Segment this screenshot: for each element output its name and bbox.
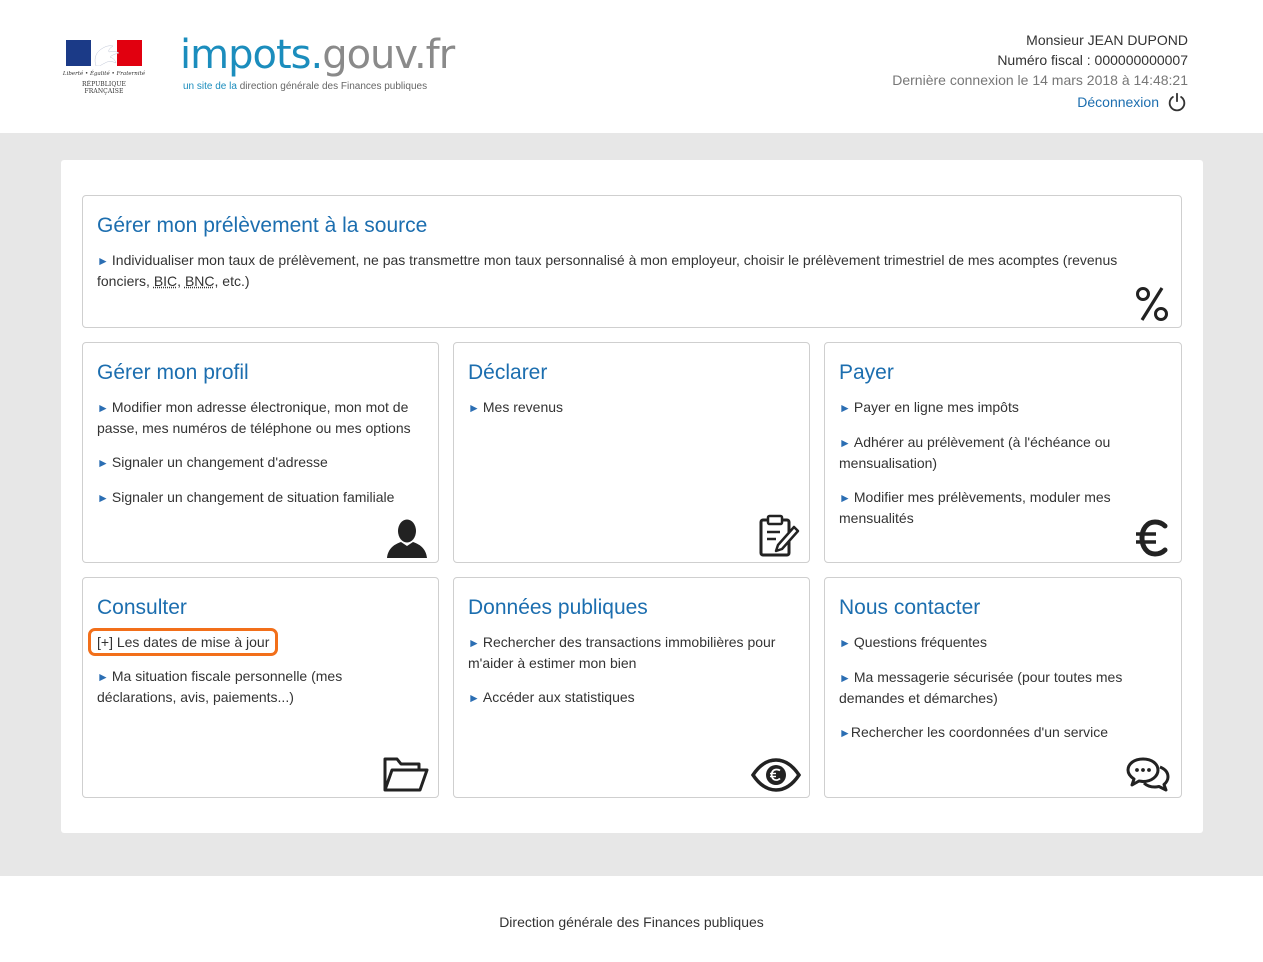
logo-part-gouv: gouv.fr (322, 32, 455, 78)
tricolor-flag (66, 40, 142, 66)
clipboard-edit-icon (759, 514, 800, 557)
services-panel: Gérer mon prélèvement à la source ► Indiv… (61, 160, 1203, 833)
site-tagline: un site de la direction générale des Fin… (183, 81, 427, 92)
triangle-right-icon: ► (468, 401, 480, 415)
user-info: Monsieur JEAN DUPOND Numéro fiscal : 000… (892, 30, 1188, 113)
list-item[interactable]: ► Modifier mes prélèvements, moduler mes … (839, 487, 1165, 528)
card-payer: Payer ► Payer en ligne mes impôts ► Adhére… (824, 342, 1182, 563)
tagline-dgfip: direction générale des Finances publique… (239, 81, 428, 92)
list-item[interactable]: ► Modifier mon adresse électronique, mon … (97, 397, 422, 438)
triangle-right-icon: ► (839, 636, 851, 650)
triangle-right-icon: ► (839, 401, 851, 415)
list-item[interactable]: ► Accéder aux statistiques (468, 687, 793, 708)
list-item[interactable]: ► Signaler un changement d'adresse (97, 452, 422, 473)
user-icon (387, 519, 427, 558)
prelevement-link[interactable]: ► Individualiser mon taux de prélèvement,… (97, 250, 1165, 291)
list-item[interactable]: ► Ma messagerie sécurisée (pour toutes me… (839, 667, 1165, 708)
triangle-right-icon: ► (97, 254, 109, 268)
eye-euro-icon (751, 758, 801, 792)
chat-icon (1126, 757, 1170, 792)
card-donnees-body: ► Rechercher des transactions immobilière… (468, 632, 793, 722)
card-prelevement-title[interactable]: Gérer mon prélèvement à la source (97, 214, 427, 238)
card-donnees: Données publiques ► Rechercher des transa… (453, 577, 810, 798)
footer-text: Direction générale des Finances publique… (499, 914, 764, 930)
list-item[interactable]: ► Mes revenus (468, 397, 793, 418)
triangle-right-icon: ► (97, 491, 109, 505)
site-header: Liberté • Égalité • Fraternité RÉPUBLIQU… (0, 0, 1263, 133)
abbr-bic: BIC (153, 273, 178, 289)
update-dates-toggle[interactable]: [+] Les dates de mise à jour (88, 628, 279, 656)
card-profil: Gérer mon profil ► Modifier mon adresse é… (82, 342, 439, 563)
card-declarer-title[interactable]: Déclarer (468, 361, 547, 385)
site-footer: Direction générale des Finances publique… (0, 876, 1263, 962)
card-contact: Nous contacter ► Questions fréquentes ► Ma… (824, 577, 1182, 798)
card-declarer: Déclarer ► Mes revenus (453, 342, 810, 563)
triangle-right-icon: ► (839, 671, 851, 685)
triangle-right-icon: ► (468, 636, 480, 650)
marianne-profile-icon (94, 45, 120, 66)
card-payer-title[interactable]: Payer (839, 361, 894, 385)
card-profil-title[interactable]: Gérer mon profil (97, 361, 249, 385)
logout-button[interactable]: Déconnexion (1077, 91, 1188, 113)
logo-part-impots: impots. (180, 32, 323, 78)
euro-icon (1136, 519, 1168, 557)
card-contact-title[interactable]: Nous contacter (839, 596, 980, 620)
list-item[interactable]: ►Rechercher les coordonnées d'un service (839, 722, 1165, 743)
abbr-bnc: BNC (184, 273, 215, 289)
percent-icon (1136, 287, 1168, 321)
triangle-right-icon: ► (97, 401, 109, 415)
card-consulter: Consulter [+] Les dates de mise à jour ►… (82, 577, 439, 798)
list-item[interactable]: ► Rechercher des transactions immobilière… (468, 632, 793, 673)
republique-francaise-label: RÉPUBLIQUE FRANÇAISE (81, 81, 126, 95)
main-band: Gérer mon prélèvement à la source ► Indiv… (0, 133, 1263, 876)
triangle-right-icon: ► (97, 670, 109, 684)
impots-gouv-logo[interactable]: impots.gouv.fr (180, 32, 455, 78)
card-prelevement-body: ► Individualiser mon taux de prélèvement,… (97, 250, 1165, 305)
list-item[interactable]: ► Questions fréquentes (839, 632, 1165, 653)
list-item[interactable]: ► Ma situation fiscale personnelle (mes d… (97, 666, 422, 707)
list-item[interactable]: ► Adhérer au prélèvement (à l'échéance ou… (839, 432, 1165, 473)
triangle-right-icon: ► (97, 456, 109, 470)
marianne-logo: Liberté • Égalité • Fraternité RÉPUBLIQU… (62, 40, 146, 96)
card-donnees-title[interactable]: Données publiques (468, 596, 648, 620)
card-declarer-body: ► Mes revenus (468, 397, 793, 432)
triangle-right-icon: ► (468, 691, 480, 705)
last-login: Dernière connexion le 14 mars 2018 à 14:… (892, 72, 1188, 88)
triangle-right-icon: ► (839, 726, 851, 740)
list-item[interactable]: ► Payer en ligne mes impôts (839, 397, 1165, 418)
triangle-right-icon: ► (839, 491, 851, 505)
card-contact-body: ► Questions fréquentes ► Ma messagerie séc… (839, 632, 1165, 757)
card-profil-body: ► Modifier mon adresse électronique, mon … (97, 397, 422, 522)
republic-motto: Liberté • Égalité • Fraternité (62, 71, 146, 77)
card-consulter-title[interactable]: Consulter (97, 596, 187, 620)
triangle-right-icon: ► (839, 436, 851, 450)
card-payer-body: ► Payer en ligne mes impôts ► Adhérer au p… (839, 397, 1165, 542)
power-icon (1168, 92, 1186, 112)
card-consulter-body: [+] Les dates de mise à jour ► Ma situati… (88, 628, 422, 721)
tax-number: Numéro fiscal : 000000000007 (997, 52, 1188, 68)
tagline-prefix: un site de la (183, 81, 240, 92)
list-item[interactable]: ► Signaler un changement de situation fam… (97, 487, 422, 508)
logout-label: Déconnexion (1077, 94, 1159, 110)
folder-icon (383, 757, 429, 792)
user-name: Monsieur JEAN DUPOND (1026, 32, 1188, 48)
card-prelevement: Gérer mon prélèvement à la source ► Indiv… (82, 195, 1182, 328)
